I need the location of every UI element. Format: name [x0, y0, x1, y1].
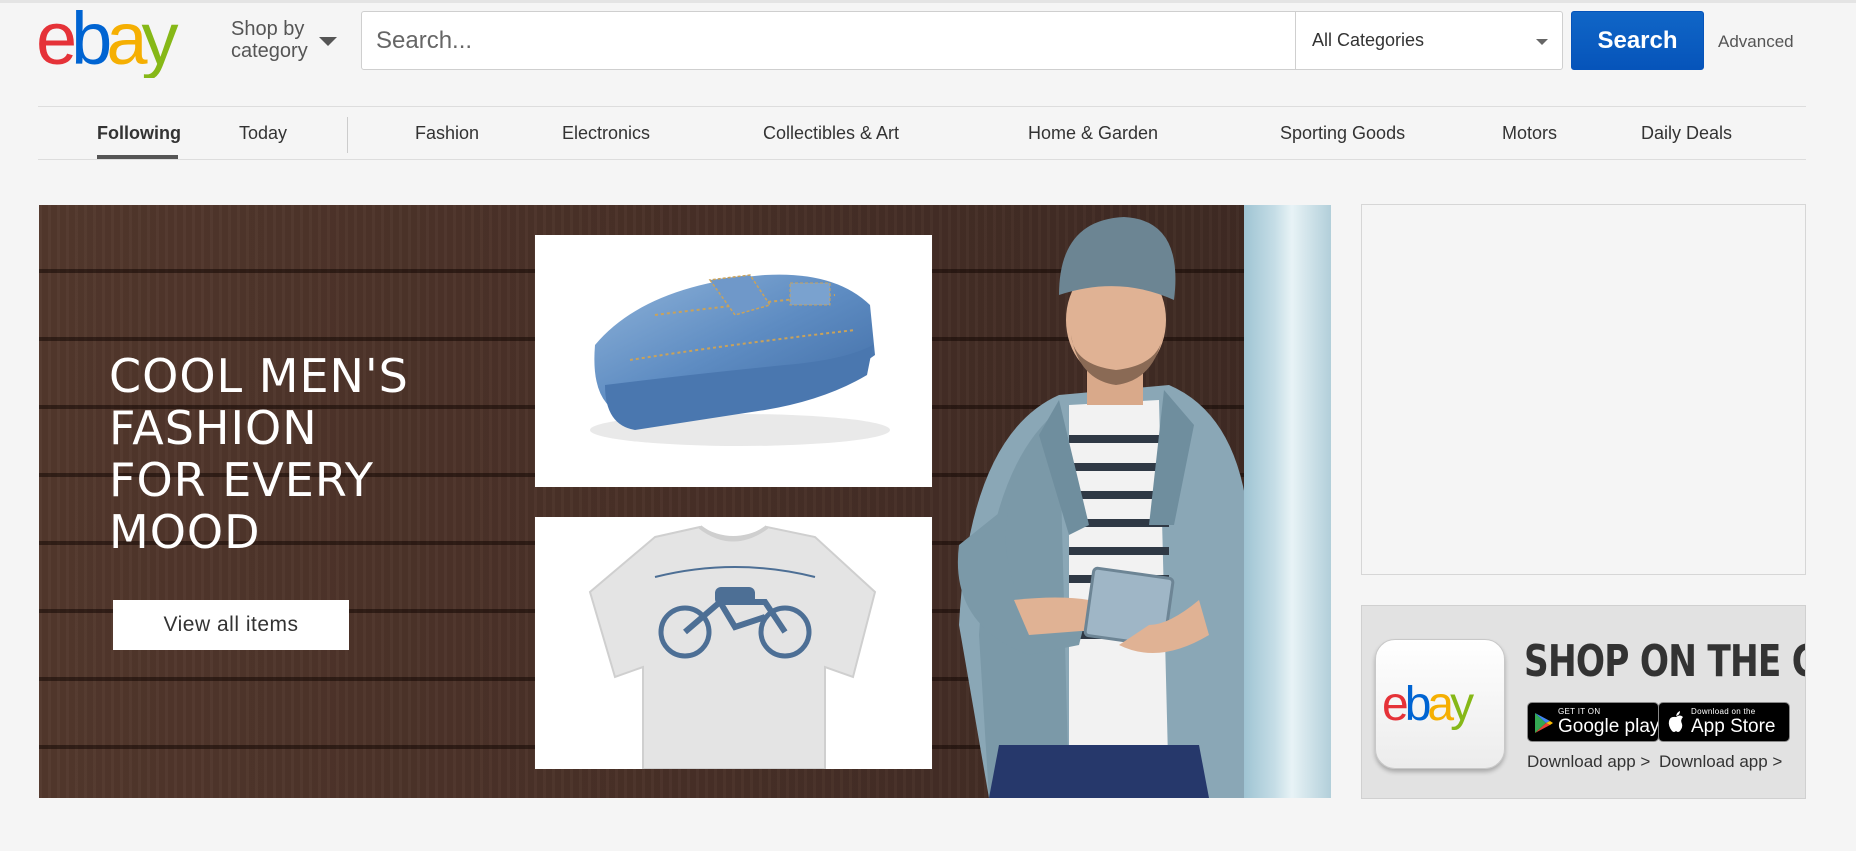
google-play-label: Google play: [1558, 716, 1660, 737]
nav-item-home-garden[interactable]: Home & Garden: [1028, 123, 1158, 144]
nav-item-fashion[interactable]: Fashion: [415, 123, 479, 144]
search-bar: All Categories: [361, 11, 1563, 70]
nav-item-electronics[interactable]: Electronics: [562, 123, 650, 144]
ebay-logo[interactable]: ebay: [36, 6, 212, 78]
hero-banner[interactable]: COOL MEN'S FASHION FOR EVERY MOOD View a…: [39, 205, 1331, 798]
top-border: [0, 0, 1856, 3]
nav-item-sporting-goods[interactable]: Sporting Goods: [1280, 123, 1405, 144]
nav-divider: [347, 117, 348, 153]
nav-item-daily-deals[interactable]: Daily Deals: [1641, 123, 1732, 144]
chevron-down-icon: [319, 37, 337, 46]
google-play-icon: [1535, 713, 1553, 733]
chevron-down-icon: [1536, 39, 1548, 45]
hero-title: COOL MEN'S FASHION FOR EVERY MOOD: [109, 350, 469, 558]
view-all-items-button[interactable]: View all items: [113, 600, 349, 650]
google-play-small-text: GET IT ON: [1558, 707, 1601, 716]
nav-item-collectibles-art[interactable]: Collectibles & Art: [763, 123, 899, 144]
search-button[interactable]: Search: [1571, 11, 1704, 70]
app-store-label: App Store: [1691, 716, 1776, 737]
nav-active-underline: [97, 155, 178, 159]
product-card-tshirt[interactable]: [535, 517, 932, 769]
app-store-small-text: Download on the: [1691, 707, 1756, 716]
background-pillar: [1244, 205, 1331, 798]
shop-by-category-button[interactable]: Shop by category: [231, 18, 341, 64]
nav-item-today[interactable]: Today: [239, 123, 287, 144]
download-app-link-android[interactable]: Download app >: [1527, 752, 1650, 772]
hero-title-line: FOR EVERY: [109, 453, 374, 507]
svg-text:ebay: ebay: [1382, 678, 1474, 731]
advanced-search-link[interactable]: Advanced: [1718, 32, 1794, 52]
nav-item-motors[interactable]: Motors: [1502, 123, 1557, 144]
model-image: [957, 217, 1259, 798]
shop-on-the-go-headline: SHOP ON THE GO: [1524, 636, 1805, 687]
app-promo-banner[interactable]: ebay SHOP ON THE GO GET IT ON Google pla…: [1361, 605, 1806, 799]
app-store-badge[interactable]: Download on the App Store: [1658, 702, 1790, 742]
ebay-app-icon: ebay: [1375, 639, 1505, 769]
search-input[interactable]: [362, 12, 1295, 69]
tshirt-image: [588, 525, 877, 769]
download-app-link-ios[interactable]: Download app >: [1659, 752, 1782, 772]
hero-title-line: MOOD: [109, 505, 261, 559]
category-nav: Following Today Fashion Electronics Coll…: [38, 106, 1806, 160]
ad-placeholder: [1361, 204, 1806, 575]
category-select[interactable]: All Categories: [1295, 12, 1562, 69]
nav-item-following[interactable]: Following: [97, 123, 181, 144]
apple-icon: [1668, 711, 1683, 732]
jeans-image: [590, 274, 890, 446]
google-play-badge[interactable]: GET IT ON Google play: [1527, 702, 1659, 742]
category-select-label: All Categories: [1312, 30, 1425, 50]
hero-title-line: FASHION: [109, 401, 318, 455]
svg-text:ebay: ebay: [36, 6, 178, 78]
hero-title-line: COOL MEN'S: [109, 349, 409, 403]
product-card-jeans[interactable]: [535, 235, 932, 487]
